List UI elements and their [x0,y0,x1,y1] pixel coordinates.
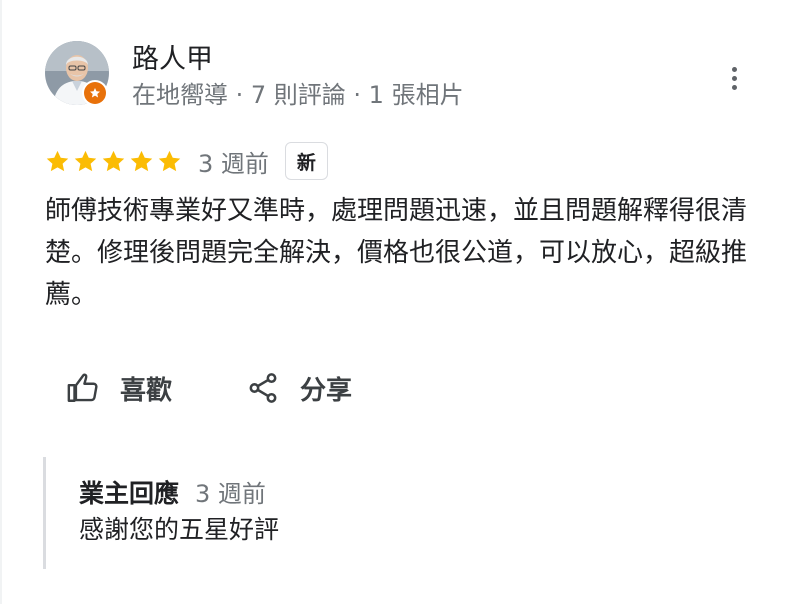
more-vert-icon[interactable] [720,60,748,96]
review-time: 3 週前 [198,149,269,178]
share-icon [249,373,277,403]
local-guide-badge-icon [82,80,108,106]
star-rating [45,149,182,174]
owner-response-title: 業主回應 [79,479,180,508]
like-label: 喜歡 [120,375,173,406]
review-text: 師傅技術專業好又準時，處理問題迅速，並且問題解釋得很清楚。修理後問題完全解決，價… [45,196,748,310]
star-icon [46,150,69,171]
star-icon [74,150,97,171]
reviewer-meta: 在地嚮導 · 7 則評論 · 1 張相片 [132,81,464,109]
star-icon [158,150,181,171]
thumbs-up-icon [67,373,98,402]
star-icon [102,150,125,171]
star-icon [130,150,153,171]
share-button[interactable]: 分享 [246,366,352,410]
reviewer-name[interactable]: 路人甲 [132,44,213,76]
owner-response-text: 感謝您的五星好評 [79,515,280,544]
owner-response: 業主回應 3 週前 感謝您的五星好評 [43,457,746,569]
like-button[interactable]: 喜歡 [66,366,172,410]
page-left-edge [0,0,2,604]
owner-response-time: 3 週前 [195,480,266,508]
share-label: 分享 [300,375,353,406]
new-badge: 新 [284,142,328,180]
rating-row: 3 週前 新 [45,141,328,181]
